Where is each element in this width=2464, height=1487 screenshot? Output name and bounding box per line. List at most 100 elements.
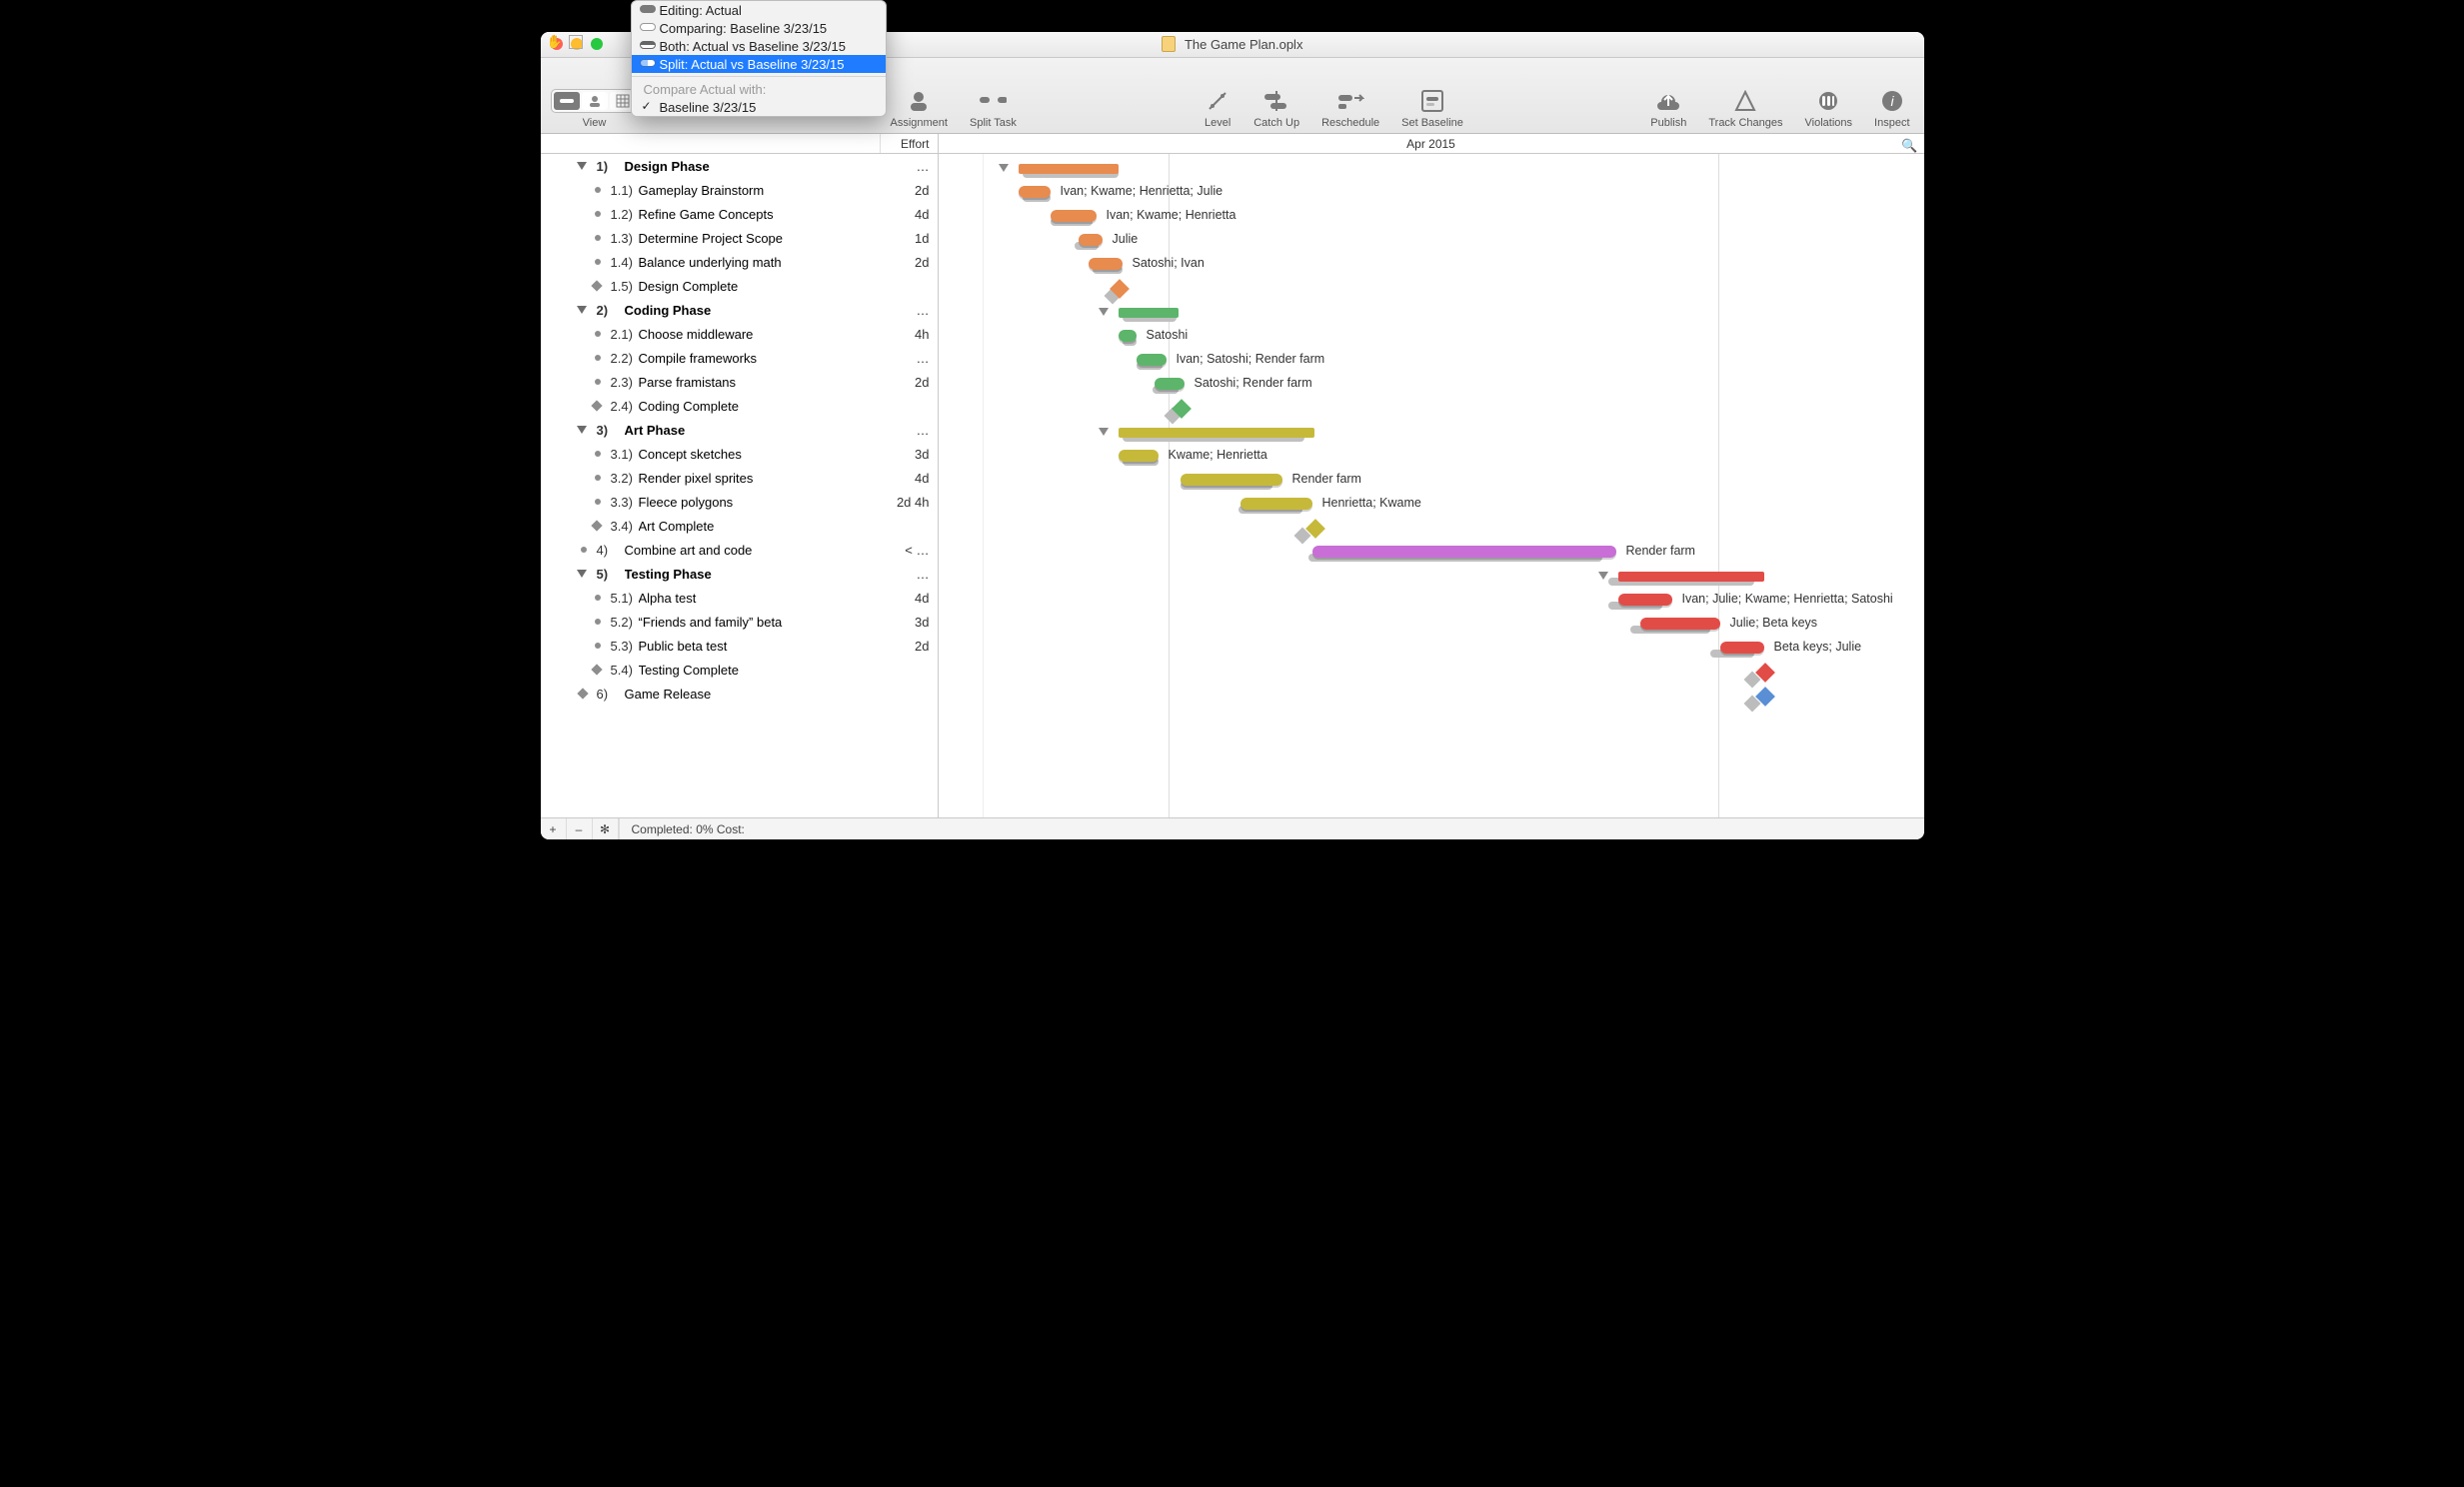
hand-tool-icon[interactable]: ✋ <box>547 34 563 50</box>
task-outline[interactable]: 1) Design Phase…1.1) Gameplay Brainstorm… <box>541 154 939 817</box>
task-row[interactable]: 3.3) Fleece polygons2d 4h <box>541 490 938 514</box>
summary-disclosure-icon[interactable] <box>999 164 1009 172</box>
task-row[interactable]: 2.1) Choose middleware4h <box>541 322 938 346</box>
gantt-track[interactable] <box>939 564 1924 588</box>
task-row[interactable]: 3.1) Concept sketches3d <box>541 442 938 466</box>
split-task-tool[interactable]: Split Task <box>970 87 1017 129</box>
summary-bar[interactable] <box>1019 164 1119 174</box>
timeline-header[interactable]: Apr 2015 🔍 <box>939 134 1924 153</box>
disclosure-triangle-icon[interactable] <box>577 570 587 578</box>
gantt-track[interactable]: Ivan; Julie; Kwame; Henrietta; Satoshi <box>939 588 1924 612</box>
summary-bar[interactable] <box>1618 572 1764 582</box>
summary-disclosure-icon[interactable] <box>1099 428 1109 436</box>
task-row[interactable]: 1.5) Design Complete <box>541 274 938 298</box>
task-bar[interactable] <box>1119 450 1159 462</box>
gantt-track[interactable]: Henrietta; Kwame <box>939 492 1924 516</box>
track-changes-tool[interactable]: Track Changes <box>1708 87 1782 129</box>
task-row[interactable]: 1.2) Refine Game Concepts4d <box>541 202 938 226</box>
summary-bar[interactable] <box>1119 428 1314 438</box>
gantt-track[interactable]: Beta keys; Julie <box>939 636 1924 660</box>
set-baseline-tool[interactable]: Set Baseline <box>1401 87 1463 129</box>
add-button[interactable]: + <box>541 818 567 839</box>
gantt-track[interactable]: Ivan; Kwame; Henrietta <box>939 204 1924 228</box>
task-bar[interactable] <box>1640 618 1720 630</box>
task-row[interactable]: 5.2) “Friends and family” beta3d <box>541 610 938 634</box>
gantt-track[interactable]: Satoshi; Render farm <box>939 372 1924 396</box>
task-bar[interactable] <box>1137 354 1167 366</box>
task-bar[interactable] <box>1089 258 1123 270</box>
violations-tool[interactable]: Violations <box>1805 87 1853 129</box>
task-bar[interactable] <box>1051 210 1097 222</box>
gantt-track[interactable]: Kwame; Henrietta <box>939 444 1924 468</box>
view-segmented[interactable] <box>551 89 639 113</box>
task-bar[interactable] <box>1119 330 1137 342</box>
task-row[interactable]: 5) Testing Phase… <box>541 562 938 586</box>
disclosure-triangle-icon[interactable] <box>577 426 587 434</box>
summary-disclosure-icon[interactable] <box>1598 572 1608 580</box>
task-row[interactable]: 5.3) Public beta test2d <box>541 634 938 658</box>
summary-bar[interactable] <box>1119 308 1179 318</box>
title-column-header[interactable] <box>541 134 881 153</box>
task-row[interactable]: 1.4) Balance underlying math2d <box>541 250 938 274</box>
gantt-track[interactable]: Ivan; Kwame; Henrietta; Julie <box>939 180 1924 204</box>
action-menu-button[interactable]: ✻ <box>593 818 619 839</box>
task-row[interactable]: 2.4) Coding Complete <box>541 394 938 418</box>
disclosure-triangle-icon[interactable] <box>577 162 587 170</box>
task-bar[interactable] <box>1155 378 1185 390</box>
gantt-track[interactable]: Ivan; Satoshi; Render farm <box>939 348 1924 372</box>
task-row[interactable]: 1.3) Determine Project Scope1d <box>541 226 938 250</box>
gantt-track[interactable] <box>939 660 1924 684</box>
gantt-track[interactable]: Render farm <box>939 540 1924 564</box>
task-bar[interactable] <box>1720 642 1764 654</box>
menu-comparing[interactable]: Comparing: Baseline 3/23/15 <box>632 19 886 37</box>
assignment-tool[interactable]: Assignment <box>891 87 948 129</box>
menu-editing[interactable]: Editing: Actual <box>632 1 886 19</box>
gantt-track[interactable] <box>939 156 1924 180</box>
seg-btn-baseline[interactable] <box>554 92 580 110</box>
disclosure-triangle-icon[interactable] <box>577 306 587 314</box>
gantt-track[interactable] <box>939 276 1924 300</box>
publish-tool[interactable]: Publish <box>1650 87 1686 129</box>
task-row[interactable]: 6) Game Release <box>541 682 938 706</box>
task-bar[interactable] <box>1019 186 1051 198</box>
gantt-track[interactable] <box>939 684 1924 708</box>
seg-btn-resource[interactable] <box>582 92 608 110</box>
task-row[interactable]: 2.3) Parse framistans2d <box>541 370 938 394</box>
menu-baseline-item[interactable]: ✓Baseline 3/23/15 <box>632 98 886 116</box>
task-bar[interactable] <box>1618 594 1672 606</box>
inspect-tool[interactable]: i Inspect <box>1874 87 1909 129</box>
task-row[interactable]: 5.4) Testing Complete <box>541 658 938 682</box>
level-tool[interactable]: Level <box>1204 87 1232 129</box>
task-row[interactable]: 5.1) Alpha test4d <box>541 586 938 610</box>
menu-split[interactable]: ✓Split: Actual vs Baseline 3/23/15 <box>632 55 886 73</box>
task-row[interactable]: 2) Coding Phase… <box>541 298 938 322</box>
gantt-track[interactable]: Julie <box>939 228 1924 252</box>
zoom-icon[interactable]: 🔍 <box>1901 136 1917 156</box>
menu-both[interactable]: Both: Actual vs Baseline 3/23/15 <box>632 37 886 55</box>
outline-toggle-icon[interactable] <box>569 35 583 49</box>
gantt-track[interactable]: Julie; Beta keys <box>939 612 1924 636</box>
task-bar[interactable] <box>1079 234 1103 246</box>
task-row[interactable]: 1) Design Phase… <box>541 154 938 178</box>
summary-disclosure-icon[interactable] <box>1099 308 1109 316</box>
task-row[interactable]: 3.2) Render pixel sprites4d <box>541 466 938 490</box>
task-row[interactable]: 3) Art Phase… <box>541 418 938 442</box>
gantt-track[interactable]: Render farm <box>939 468 1924 492</box>
task-row[interactable]: 3.4) Art Complete <box>541 514 938 538</box>
task-bar[interactable] <box>1312 546 1616 558</box>
task-row[interactable]: 2.2) Compile frameworks… <box>541 346 938 370</box>
gantt-track[interactable] <box>939 396 1924 420</box>
gantt-track[interactable] <box>939 516 1924 540</box>
catch-up-tool[interactable]: Catch Up <box>1253 87 1299 129</box>
task-row[interactable]: 4) Combine art and code< … <box>541 538 938 562</box>
gantt-track[interactable] <box>939 300 1924 324</box>
gantt-track[interactable]: Satoshi <box>939 324 1924 348</box>
effort-column-header[interactable]: Effort <box>881 134 939 153</box>
gantt-track[interactable]: Satoshi; Ivan <box>939 252 1924 276</box>
gantt-track[interactable] <box>939 420 1924 444</box>
task-row[interactable]: 1.1) Gameplay Brainstorm2d <box>541 178 938 202</box>
reschedule-tool[interactable]: Reschedule <box>1321 87 1379 129</box>
task-bar[interactable] <box>1240 498 1312 510</box>
gantt-chart[interactable]: Ivan; Kwame; Henrietta; JulieIvan; Kwame… <box>939 154 1924 817</box>
remove-button[interactable]: – <box>567 818 593 839</box>
